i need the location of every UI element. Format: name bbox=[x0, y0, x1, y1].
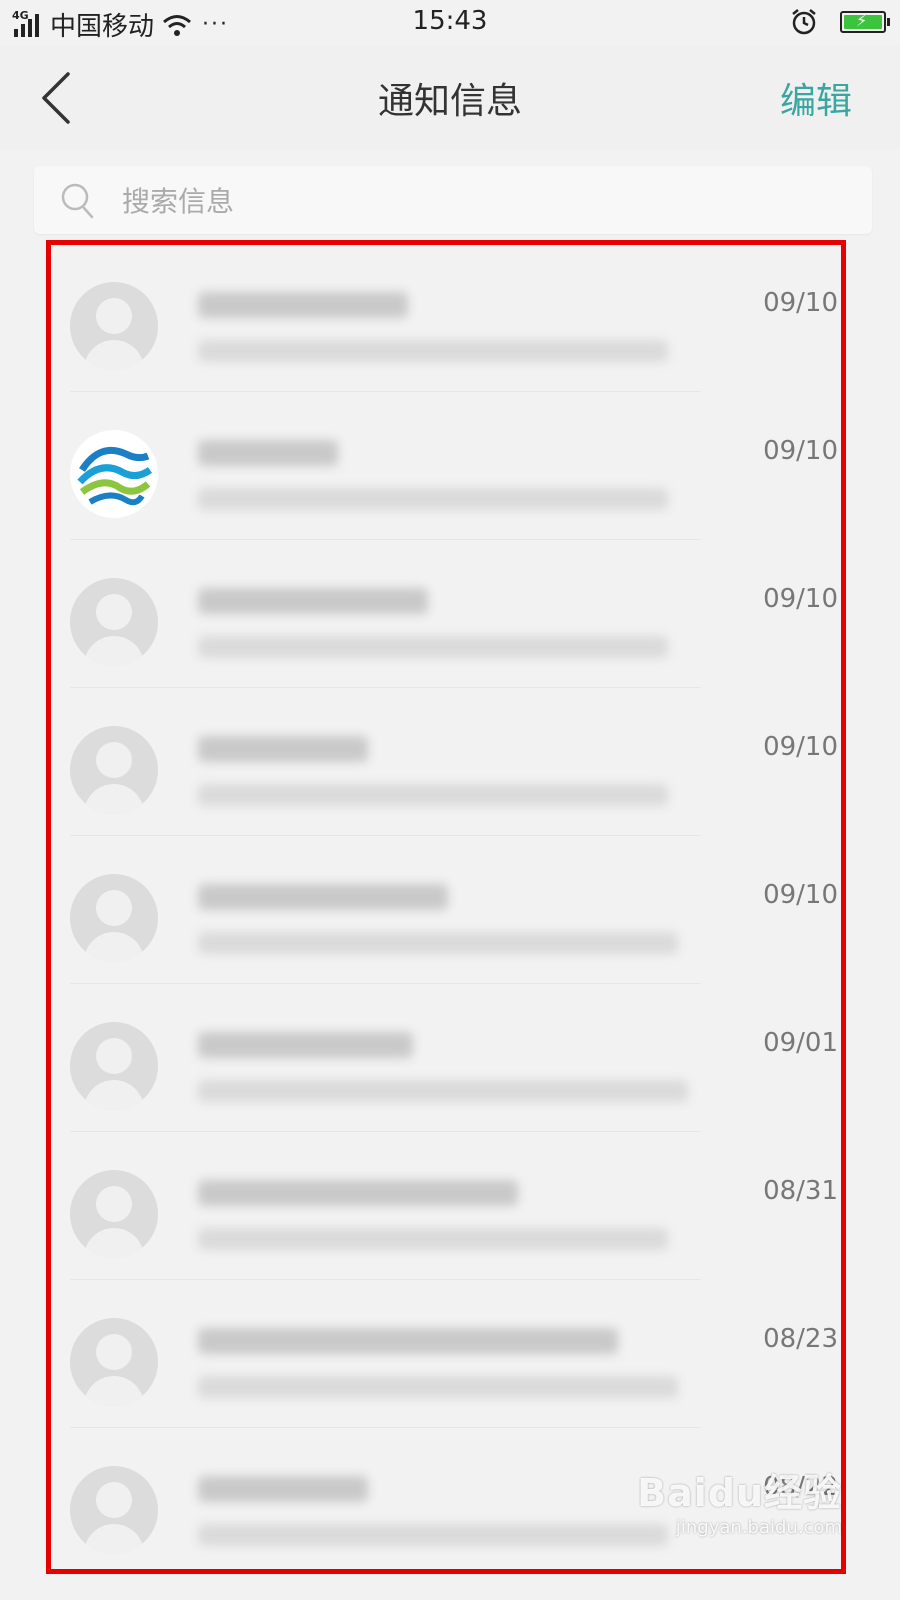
status-time: 15:43 bbox=[412, 6, 488, 36]
status-right: ⚡ bbox=[790, 8, 890, 36]
page: 4G 中国移动 ··· 15:43 ⚡ 通知信息 编辑 搜索信息 09/10 0… bbox=[0, 0, 900, 1600]
edit-button[interactable]: 编辑 bbox=[780, 72, 852, 124]
message-date: 08/23 bbox=[763, 1324, 838, 1354]
blurred-preview bbox=[198, 1524, 668, 1546]
message-date: 09/10 bbox=[763, 732, 838, 762]
status-bar: 4G 中国移动 ··· 15:43 ⚡ bbox=[0, 0, 900, 46]
search-icon bbox=[61, 183, 94, 219]
message-date: 09/10 bbox=[763, 436, 838, 466]
message-date: 09/10 bbox=[763, 880, 838, 910]
avatar bbox=[70, 578, 158, 666]
list-item[interactable]: 09/01 bbox=[48, 984, 848, 1132]
message-date: 09/01 bbox=[763, 1028, 838, 1058]
list-item[interactable]: 08/23 bbox=[48, 1280, 848, 1428]
blurred-preview bbox=[198, 1376, 678, 1398]
list-item[interactable]: 08/31 bbox=[48, 1132, 848, 1280]
watermark-logo: Baidu经验 bbox=[637, 1471, 842, 1515]
blurred-preview bbox=[198, 488, 668, 510]
blurred-sender bbox=[198, 736, 368, 762]
list-item[interactable]: 09/10 bbox=[48, 688, 848, 836]
battery-icon: ⚡ bbox=[840, 11, 890, 33]
avatar bbox=[70, 282, 158, 370]
blurred-sender bbox=[198, 1032, 413, 1058]
blurred-sender bbox=[198, 292, 408, 318]
title-bar: 通知信息 编辑 bbox=[0, 46, 900, 150]
search-bar[interactable] bbox=[34, 166, 872, 236]
blurred-sender bbox=[198, 1180, 518, 1206]
watermark-url: jingyan.baidu.com bbox=[675, 1517, 842, 1538]
search-input[interactable] bbox=[120, 166, 824, 236]
charging-icon: ⚡ bbox=[856, 11, 868, 30]
blurred-preview bbox=[198, 636, 668, 658]
baidu-watermark: Baidu经验 jingyan.baidu.com bbox=[637, 1462, 842, 1538]
blurred-preview bbox=[198, 340, 668, 362]
message-list: 09/10 09/10 09/10 09/10 09/10 09/01 08/3… bbox=[48, 244, 848, 1578]
page-title: 通知信息 bbox=[377, 81, 522, 122]
message-date: 09/10 bbox=[763, 584, 838, 614]
avatar bbox=[70, 726, 158, 814]
avatar bbox=[70, 1466, 158, 1554]
blurred-preview bbox=[198, 932, 678, 954]
blurred-preview bbox=[198, 1228, 668, 1250]
blurred-sender bbox=[198, 1328, 618, 1354]
list-item[interactable]: 09/10 bbox=[48, 540, 848, 688]
blurred-preview bbox=[198, 1080, 688, 1102]
avatar bbox=[70, 1170, 158, 1258]
avatar bbox=[70, 874, 158, 962]
list-item[interactable]: 09/10 bbox=[48, 244, 848, 392]
avatar bbox=[70, 1022, 158, 1110]
message-date: 09/10 bbox=[763, 288, 838, 318]
list-item[interactable]: 09/10 bbox=[48, 836, 848, 984]
blurred-sender bbox=[198, 440, 338, 466]
avatar bbox=[70, 1318, 158, 1406]
blurred-sender bbox=[198, 588, 428, 614]
blurred-sender bbox=[198, 1476, 368, 1502]
blurred-preview bbox=[198, 784, 668, 806]
list-item[interactable]: 09/10 bbox=[48, 392, 848, 540]
china-mobile-logo bbox=[70, 430, 158, 518]
alarm-icon bbox=[792, 9, 816, 35]
message-date: 08/31 bbox=[763, 1176, 838, 1206]
blurred-sender bbox=[198, 884, 448, 910]
